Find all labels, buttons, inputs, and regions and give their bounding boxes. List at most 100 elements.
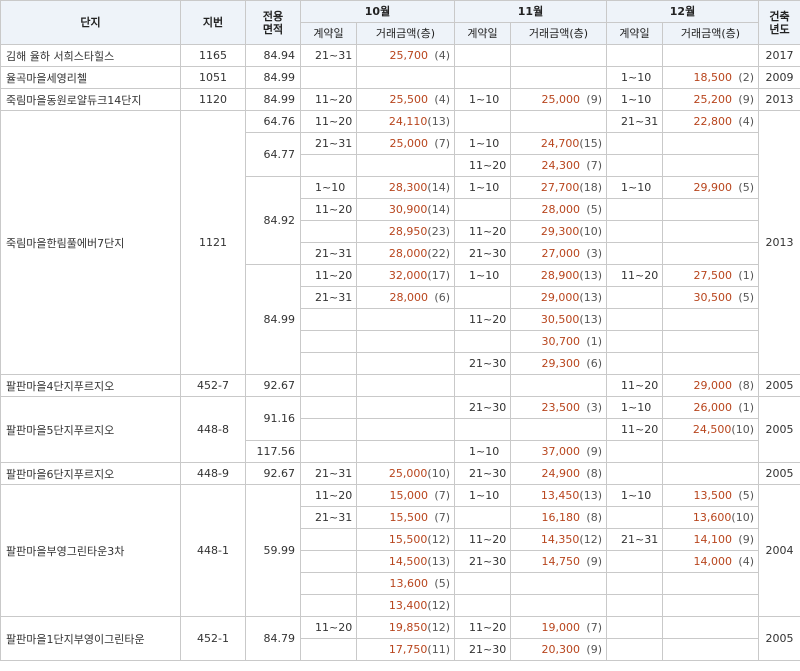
empty-cell-dec	[662, 638, 759, 661]
floor-number: (9)	[586, 93, 602, 106]
empty-cell-dec	[606, 44, 663, 67]
empty-cell-dec	[662, 198, 759, 221]
trade-amount: 28,900	[540, 269, 580, 282]
trade-amount-cell-dec: 22,800 (4)	[662, 110, 759, 133]
amount-wrap: 22,800 (4)	[667, 115, 755, 128]
header-built-line2: 년도	[769, 22, 790, 36]
empty-cell-oct	[300, 396, 357, 419]
amount-wrap: 29,300 (10)	[515, 225, 602, 238]
floor-number: (4)	[738, 115, 754, 128]
exclusive-area: 84.99	[245, 264, 301, 375]
trade-amount-cell-oct: 15,500 (7)	[356, 506, 455, 529]
header-area: 전용 면적	[245, 0, 301, 45]
trade-amount-cell-nov: 30,500 (13)	[510, 308, 607, 331]
trade-amount: 25,000	[388, 467, 428, 480]
empty-cell-nov	[454, 66, 511, 89]
empty-cell-oct	[300, 418, 357, 441]
contract-period-nov: 1~10	[454, 484, 511, 507]
amount-wrap: 15,500 (12)	[361, 533, 450, 546]
empty-cell-oct	[356, 154, 455, 177]
floor-number: (7)	[586, 159, 602, 172]
built-year: 2005	[758, 616, 800, 661]
trade-amount-cell-nov: 23,500 (3)	[510, 396, 607, 419]
trade-amount: 28,300	[388, 181, 428, 194]
trade-amount: 25,000	[541, 93, 581, 106]
floor-number: (13)	[427, 555, 450, 568]
exclusive-area: 84.99	[245, 88, 301, 111]
floor-number: (5)	[586, 203, 602, 216]
trade-amount-cell-oct: 19,850 (12)	[356, 616, 455, 639]
contract-period-dec: 1~10	[606, 176, 663, 199]
trade-amount-cell-dec: 25,200 (9)	[662, 88, 759, 111]
amount-wrap: 30,700 (1)	[515, 335, 603, 348]
amount-wrap: 29,000 (8)	[667, 379, 755, 392]
floor-number: (8)	[586, 467, 602, 480]
complex-name: 율곡마을세영리첼	[0, 66, 181, 89]
empty-cell-nov	[510, 44, 607, 67]
empty-cell-dec	[662, 132, 759, 155]
trade-amount-cell-nov: 29,300 (10)	[510, 220, 607, 243]
header-built-year: 건축 년도	[758, 0, 800, 45]
header-month-dec: 12월	[606, 0, 759, 23]
complex-name: 김해 율하 서희스타힐스	[0, 44, 181, 67]
floor-number: (13)	[579, 313, 602, 326]
trade-amount-cell-nov: 24,700 (15)	[510, 132, 607, 155]
trade-amount: 24,700	[540, 137, 580, 150]
trade-amount-cell-dec: 13,600 (10)	[662, 506, 759, 529]
trade-amount: 28,000	[541, 203, 581, 216]
built-year: 2005	[758, 374, 800, 397]
trade-amount-cell-dec: 27,500 (1)	[662, 264, 759, 287]
empty-cell-nov	[454, 44, 511, 67]
floor-number: (14)	[427, 203, 450, 216]
empty-cell-dec	[662, 330, 759, 353]
table-header: 단지 지번 전용 면적 10월 11월 12월 건축 년도 계약일 거래금액(층) …	[0, 0, 800, 45]
header-oct-amount: 거래금액(층)	[356, 22, 455, 45]
floor-number: (14)	[427, 181, 450, 194]
contract-period-nov: 21~30	[454, 352, 511, 375]
contract-period-nov: 11~20	[454, 220, 511, 243]
lot-number: 1121	[180, 110, 246, 375]
amount-wrap: 13,450 (13)	[515, 489, 602, 502]
floor-number: (12)	[427, 533, 450, 546]
trade-amount: 20,300	[541, 643, 581, 656]
amount-wrap: 13,600 (10)	[667, 511, 754, 524]
trade-amount: 16,180	[541, 511, 581, 524]
table-body: 김해 율하 서희스타힐스 1165 84.94 21~31 25,700 (4) 2017 율…	[0, 44, 800, 661]
contract-period-dec	[606, 550, 663, 573]
contract-period-oct: 21~31	[300, 132, 357, 155]
floor-number: (1)	[738, 269, 754, 282]
floor-number: (8)	[738, 379, 754, 392]
trade-amount-cell-oct: 17,750 (11)	[356, 638, 455, 661]
amount-wrap: 25,000 (7)	[361, 137, 451, 150]
amount-wrap: 27,000 (3)	[515, 247, 603, 260]
complex-name: 팔판마을부영그린타운3차	[0, 484, 181, 617]
empty-cell-dec	[606, 220, 663, 243]
table-row: 팔판마을4단지푸르지오 452-7 92.67 11~20 29,000 (8) 2005	[0, 374, 800, 397]
contract-period-oct: 11~20	[300, 616, 357, 639]
contract-period-nov	[454, 286, 511, 309]
trade-amount-cell-nov: 20,300 (9)	[510, 638, 607, 661]
trade-amount-cell-dec: 29,900 (5)	[662, 176, 759, 199]
floor-number: (9)	[586, 643, 602, 656]
amount-wrap: 15,000 (7)	[361, 489, 451, 502]
trade-amount-cell-nov: 24,300 (7)	[510, 154, 607, 177]
amount-wrap: 14,100 (9)	[667, 533, 755, 546]
trade-amount-cell-nov: 25,000 (9)	[510, 88, 607, 111]
amount-wrap: 15,500 (7)	[361, 511, 451, 524]
amount-wrap: 29,900 (5)	[667, 181, 755, 194]
header-built-line1: 건축	[769, 9, 790, 23]
contract-period-nov: 1~10	[454, 440, 511, 463]
amount-wrap: 19,850 (12)	[361, 621, 450, 634]
trade-amount: 25,700	[389, 49, 429, 62]
exclusive-area: 64.77	[245, 132, 301, 177]
amount-wrap: 29,300 (6)	[515, 357, 603, 370]
empty-cell-nov	[454, 594, 511, 617]
contract-period-nov: 11~20	[454, 528, 511, 551]
trade-amount-cell-oct: 28,300 (14)	[356, 176, 455, 199]
contract-period-oct	[300, 550, 357, 573]
trade-amount-cell-oct: 25,000 (10)	[356, 462, 455, 485]
trade-amount-cell-nov: 29,300 (6)	[510, 352, 607, 375]
floor-number: (11)	[427, 643, 450, 656]
trade-amount: 29,300	[540, 225, 580, 238]
contract-period-oct	[300, 572, 357, 595]
